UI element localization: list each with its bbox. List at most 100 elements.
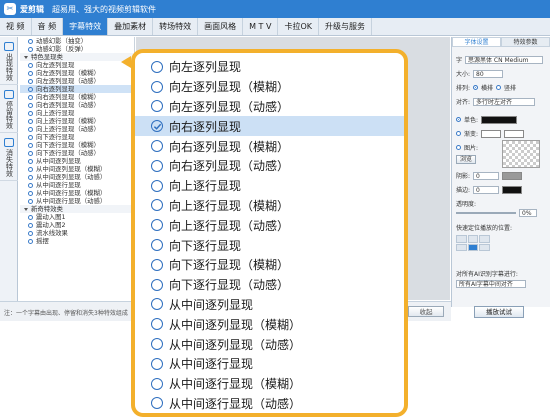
position-grid[interactable] (456, 235, 490, 251)
ai-subtitle-label: 对所有AI识别字幕进行: (456, 271, 518, 278)
tab-video[interactable]: 视 频 (0, 18, 32, 35)
list-item-label: 从中间逐行显现 (36, 181, 81, 189)
effect-option[interactable]: 从中间逐行显现 (135, 354, 404, 374)
solid-color-swatch[interactable] (481, 115, 518, 124)
list-item[interactable]: 摇摆 (20, 237, 134, 245)
effect-option[interactable]: 向左逐列显现（动感） (135, 97, 404, 117)
vtab-stay-label: 停留特效 (5, 101, 14, 129)
effect-option[interactable]: 向下逐行显现 (135, 235, 404, 255)
gradient-swatch-1[interactable] (481, 129, 502, 138)
effect-phase-tabs: 出现特效 停留特效 消失特效 (0, 37, 18, 301)
list-item[interactable]: 向下逐行显现 (20, 133, 134, 141)
collapse-button[interactable]: 收起 (408, 306, 444, 317)
position-cell[interactable] (479, 243, 490, 251)
opacity-input[interactable]: 0% (519, 209, 537, 217)
position-cell[interactable] (467, 243, 479, 251)
radio-icon (28, 86, 33, 92)
list-item[interactable]: 从中间逐行显现（模糊） (20, 189, 134, 197)
radio-icon (151, 397, 163, 410)
list-item[interactable]: 向右逐列显现（模糊） (20, 93, 134, 101)
horizontal-radio[interactable] (473, 85, 479, 90)
list-item[interactable]: 向右逐列显现 (20, 85, 134, 93)
texture-label: 图片: (464, 145, 479, 152)
effect-option[interactable]: 向下逐行显现（模糊） (135, 255, 404, 275)
tab-subtitle-effects[interactable]: 字幕特效 (63, 18, 109, 35)
radio-icon (28, 182, 33, 188)
size-input[interactable]: 80 (473, 69, 504, 78)
vtab-disappear[interactable]: 消失特效 (0, 135, 18, 181)
effect-option[interactable]: 向左逐列显现 (135, 57, 404, 77)
list-item[interactable]: 向上逐行显现 (20, 109, 134, 117)
texture-radio[interactable] (456, 145, 461, 150)
shadow-input[interactable]: 0 (473, 171, 500, 180)
tab-karaoke[interactable]: 卡拉OK (278, 18, 319, 35)
list-item-label: 向上逐行显现（模糊） (36, 117, 100, 125)
effect-option[interactable]: 向下逐行显现（动感） (135, 275, 404, 295)
effect-option[interactable]: 向右逐列显现（动感） (135, 156, 404, 176)
list-item[interactable]: 流水线效果 (20, 229, 134, 237)
list-item[interactable]: 从中间逐列显现（动感） (20, 173, 134, 181)
vtab-appear[interactable]: 出现特效 (0, 39, 18, 85)
position-cell[interactable] (467, 235, 479, 243)
tab-transitions[interactable]: 转场特效 (153, 18, 199, 35)
stroke-input[interactable]: 0 (473, 185, 500, 194)
list-item[interactable]: 向左逐列显现（模糊） (20, 69, 134, 77)
play-preview-button[interactable]: 播放试试 (474, 306, 524, 318)
tab-upgrade-service[interactable]: 升级与服务 (319, 18, 372, 35)
gradient-radio[interactable] (456, 131, 461, 136)
vertical-radio[interactable] (496, 85, 502, 90)
position-cell[interactable] (456, 243, 467, 251)
browse-button[interactable]: 浏览 (456, 155, 477, 164)
tab-mtv[interactable]: M T V (243, 18, 279, 35)
tab-effect-params[interactable]: 特效参数 (501, 37, 550, 47)
tree-group-header[interactable]: 特色显现类 (20, 53, 134, 61)
list-item[interactable]: 从中间逐列显现 (20, 157, 134, 165)
font-select[interactable]: 思源黑体 CN Medium (465, 55, 544, 64)
tab-overlay-material[interactable]: 叠加素材 (108, 18, 154, 35)
tree-group-header[interactable]: 新奇特效类 (20, 205, 134, 213)
effect-option[interactable]: 向左逐列显现（模糊） (135, 77, 404, 97)
effect-option[interactable]: 向上逐行显现（模糊） (135, 196, 404, 216)
vtab-stay[interactable]: 停留特效 (0, 87, 18, 133)
solid-color-radio[interactable] (456, 117, 461, 122)
shadow-color-swatch[interactable] (502, 171, 523, 180)
list-item[interactable]: 向左逐列显现（动感） (20, 77, 134, 85)
list-item[interactable]: 动感幻影（抽变） (20, 37, 134, 45)
effect-option[interactable]: 从中间逐列显现（模糊） (135, 314, 404, 334)
effect-option[interactable]: 从中间逐列显现（动感） (135, 334, 404, 354)
position-cell[interactable] (456, 235, 467, 243)
effect-option[interactable]: 从中间逐行显现（动感） (135, 394, 404, 413)
list-item[interactable]: 向右逐列显现（动感） (20, 101, 134, 109)
effect-option[interactable]: 向上逐行显现 (135, 176, 404, 196)
tab-image-style[interactable]: 画面风格 (198, 18, 244, 35)
align-select[interactable]: 多行时左对齐 (473, 97, 536, 106)
list-item[interactable]: 动感幻影（反弹） (20, 45, 134, 53)
effect-option[interactable]: 向上逐行显现（动感） (135, 215, 404, 235)
list-item[interactable]: 向下逐行显现（动感） (20, 149, 134, 157)
list-item[interactable]: 向上逐行显现（动感） (20, 125, 134, 133)
position-cell[interactable] (479, 235, 490, 243)
tab-audio[interactable]: 音 频 (32, 18, 64, 35)
stroke-color-swatch[interactable] (502, 185, 523, 194)
ai-subtitle-select[interactable]: 所有AI字幕中间对齐 (456, 280, 526, 288)
list-item[interactable]: 从中间逐列显现（模糊） (20, 165, 134, 173)
list-item[interactable]: 震动入图1 (20, 213, 134, 221)
effect-option[interactable]: 向右逐列显现（模糊） (135, 136, 404, 156)
list-item[interactable]: 震动入图2 (20, 221, 134, 229)
effect-tree-list[interactable]: 动感幻影（抽变） 动感幻影（反弹） 特色显现类 向左逐列显现 向左逐列显现（模糊）… (20, 37, 135, 300)
list-item[interactable]: 从中间逐行显现（动感） (20, 197, 134, 205)
list-item[interactable]: 向上逐行显现（模糊） (20, 117, 134, 125)
list-item[interactable]: 向下逐行显现（模糊） (20, 141, 134, 149)
radio-icon (28, 118, 33, 124)
effect-option[interactable]: 从中间逐行显现（模糊） (135, 374, 404, 394)
gradient-swatch-2[interactable] (504, 129, 525, 138)
list-item[interactable]: 从中间逐行显现 (20, 181, 134, 189)
list-item-label: 向右逐列显现（模糊） (36, 93, 100, 101)
effect-option-label: 向下逐行显现（动感） (169, 278, 290, 293)
effect-option[interactable]: 从中间逐列显现 (135, 295, 404, 315)
opacity-slider[interactable] (456, 212, 516, 214)
tab-font-settings[interactable]: 字体设置 (452, 37, 501, 47)
list-item[interactable]: 向左逐列显现 (20, 61, 134, 69)
effect-option[interactable]: 向右逐列显现 (135, 116, 404, 137)
group-label: 特色显现类 (31, 53, 63, 61)
